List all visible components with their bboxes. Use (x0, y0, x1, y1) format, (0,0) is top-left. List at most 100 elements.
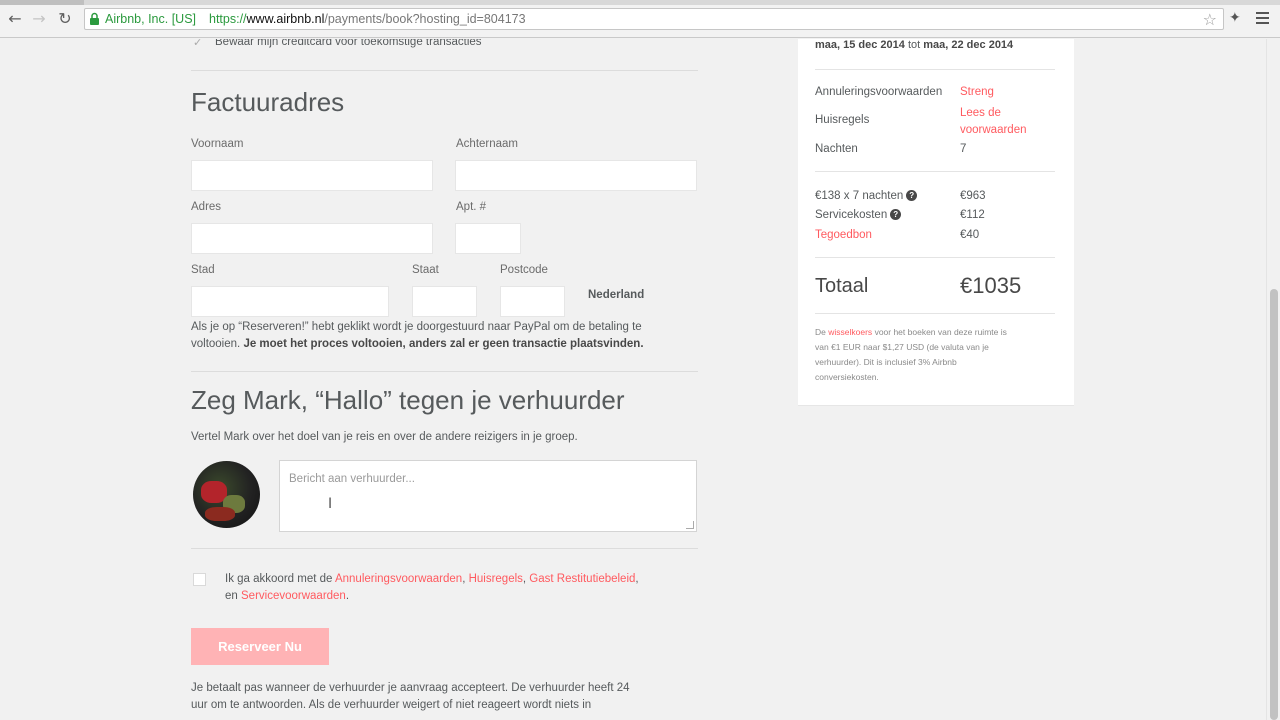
url-host: www.airbnb.nl (246, 12, 325, 26)
last-name-label: Achternaam (456, 138, 519, 150)
service-fee-value: €112 (960, 209, 985, 221)
total-value: €1035 (960, 273, 1022, 298)
price-per-night-text: €138 x 7 nachten (815, 190, 904, 202)
address-label: Adres (191, 201, 222, 213)
note-line-3: verhuurder). Dit is inclusief 3% Airbnb (815, 357, 957, 367)
coupon-link[interactable]: Tegoedbon (815, 229, 872, 241)
service-fee-label: Servicekosten? (815, 209, 902, 221)
city-label: Stad (191, 264, 215, 276)
paypal-note-line-2: voltooien. Je moet het proces voltooien,… (191, 336, 701, 353)
save-card-label: Bewaar mijn creditcard voor toekomstige … (215, 39, 482, 48)
active-tab[interactable] (0, 0, 84, 5)
menu-icon[interactable] (1256, 12, 1269, 24)
nights-label: Nachten (815, 143, 858, 155)
apt-label: Apt. # (456, 201, 487, 213)
cancellation-label: Annuleringsvoorwaarden (815, 86, 943, 98)
paypal-note-bold: Je moet het proces voltooien, anders zal… (243, 338, 644, 350)
divider (815, 257, 1055, 258)
bookmark-star-icon[interactable]: ☆ (1203, 10, 1217, 29)
hello-subtext: Vertel Mark over het doel van je reis en… (191, 431, 578, 443)
help-icon[interactable]: ? (906, 190, 918, 202)
lock-icon (90, 12, 99, 25)
divider (815, 69, 1055, 70)
cancellation-policy-link[interactable]: Annuleringsvoorwaarden (335, 573, 462, 585)
paypal-note: Als je op “Reserveren!” hebt geklikt wor… (191, 319, 701, 353)
last-name-input[interactable] (455, 160, 697, 191)
read-rules-link[interactable]: Lees de voorwaarden (960, 105, 1026, 139)
dates-to-word: tot (907, 39, 921, 51)
divider (191, 70, 698, 71)
divider (191, 548, 698, 549)
nights-value: 7 (960, 143, 967, 155)
state-input[interactable] (412, 286, 477, 317)
reserve-now-button[interactable]: Reserveer Nu (191, 628, 329, 665)
scrollbar-thumb[interactable] (1270, 289, 1278, 720)
terms-of-service-link[interactable]: Servicevoorwaarden (241, 590, 346, 602)
first-name-label: Voornaam (191, 138, 244, 150)
url-protocol: https:// (209, 12, 247, 26)
save-card-checkbox[interactable]: ✓ (193, 39, 207, 50)
note-rest: voor het boeken van deze ruimte is (874, 327, 1007, 337)
payment-note-line-2: uur om te antwoorden. Als de verhuurder … (191, 699, 592, 711)
address-bar[interactable]: Airbnb, Inc. [US] https://www.airbnb.nl/… (84, 8, 1224, 30)
check-in-date: maa, 15 dec 2014 (815, 39, 905, 51)
text-cursor-icon: I (328, 496, 333, 512)
hello-heading: Zeg Mark, “Hallo” tegen je verhuurder (191, 385, 625, 415)
cancellation-value-link[interactable]: Streng (960, 86, 994, 98)
total-label: Totaal (815, 275, 869, 297)
note-line-2: van €1 EUR naar $1,27 USD (de valuta van… (815, 342, 989, 352)
agree-prefix: Ik ga akkoord met de (225, 573, 333, 585)
ev-certificate-badge[interactable]: Airbnb, Inc. [US] (105, 11, 196, 27)
resize-grip-icon[interactable] (686, 521, 694, 529)
host-avatar[interactable] (193, 461, 260, 528)
postcode-label: Postcode (500, 264, 548, 276)
coupon-value: €40 (960, 229, 980, 241)
state-label: Staat (412, 264, 439, 276)
check-out-date: maa, 22 dec 2014 (923, 39, 1014, 51)
stay-dates: maa, 15 dec 2014 tot maa, 22 dec 2014 (815, 39, 1013, 51)
payment-note: Je betaalt pas wanneer de verhuurder je … (191, 680, 630, 714)
url-path: /payments/book?hosting_id=804173 (324, 12, 526, 26)
read-rules-line-1: Lees de (960, 107, 1001, 119)
payment-note-line-1: Je betaalt pas wanneer de verhuurder je … (191, 682, 630, 694)
browser-toolbar: ← → ↻ Airbnb, Inc. [US] https://www.airb… (0, 0, 1280, 38)
price-per-night-label: €138 x 7 nachten? (815, 190, 918, 202)
back-icon[interactable]: ← (6, 10, 24, 28)
city-input[interactable] (191, 286, 389, 317)
postcode-input[interactable] (500, 286, 565, 317)
house-rules-link[interactable]: Huisregels (469, 573, 523, 585)
exchange-rate-link[interactable]: wisselkoers (828, 327, 872, 337)
forward-icon[interactable]: → (30, 10, 48, 28)
country-value: Nederland (588, 289, 645, 301)
booking-summary-card: maa, 15 dec 2014 tot maa, 22 dec 2014 An… (798, 39, 1074, 406)
read-rules-line-2: voorwaarden (960, 124, 1027, 136)
booking-page: ✓ Bewaar mijn creditcard voor toekomstig… (0, 39, 1266, 720)
first-name-input[interactable] (191, 160, 433, 191)
message-textarea[interactable]: Bericht aan verhuurder... (279, 460, 697, 532)
price-per-night-value: €963 (960, 190, 986, 202)
apt-input[interactable] (455, 223, 521, 254)
paypal-note-line-1: Als je op “Reserveren!” hebt geklikt wor… (191, 321, 642, 333)
page-scrollbar[interactable] (1266, 39, 1280, 720)
billing-heading: Factuuradres (191, 87, 345, 117)
agree-text: Ik ga akkoord met de Annuleringsvoorwaar… (225, 573, 639, 602)
note-prefix: De (815, 327, 826, 337)
divider (815, 171, 1055, 172)
reload-icon[interactable]: ↻ (56, 10, 74, 28)
agree-checkbox[interactable] (193, 573, 206, 586)
agree-and: en (225, 590, 238, 602)
divider (191, 371, 698, 372)
service-fee-text: Servicekosten (815, 209, 888, 221)
note-line-4: conversiekosten. (815, 372, 879, 382)
divider (815, 313, 1055, 314)
tab-strip (0, 0, 1280, 5)
extension-icon[interactable]: ✦ (1229, 10, 1247, 28)
message-placeholder: Bericht aan verhuurder... (289, 473, 415, 485)
address-input[interactable] (191, 223, 433, 254)
url-text[interactable]: https://www.airbnb.nl/payments/book?host… (209, 11, 526, 27)
guest-refund-policy-link[interactable]: Gast Restitutiebeleid (529, 573, 635, 585)
house-rules-label: Huisregels (815, 114, 870, 126)
paypal-note-plain: voltooien. (191, 338, 241, 350)
help-icon[interactable]: ? (890, 209, 902, 221)
exchange-rate-note: De wisselkoers voor het boeken van deze … (815, 325, 1055, 385)
